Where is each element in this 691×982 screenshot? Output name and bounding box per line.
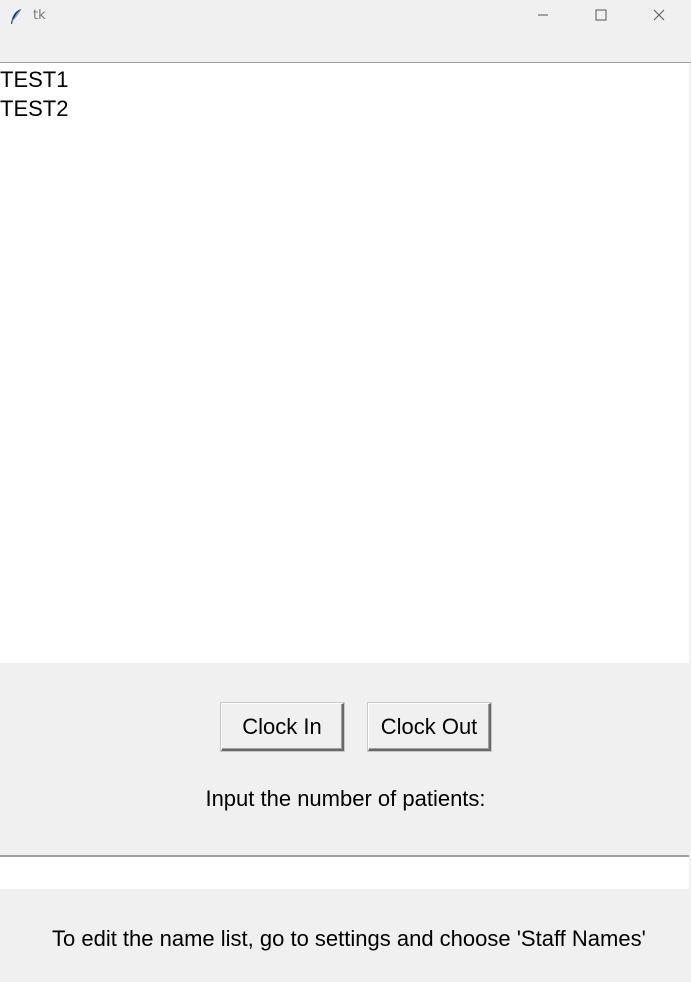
window-title: tk (33, 8, 46, 23)
clock-out-button[interactable]: Clock Out (367, 702, 492, 752)
list-item[interactable]: TEST2 (0, 94, 689, 123)
close-button[interactable] (630, 0, 688, 34)
staff-listbox[interactable]: TEST1 TEST2 (0, 63, 691, 663)
minimize-button[interactable] (514, 0, 572, 34)
menu-bar (0, 34, 691, 63)
clock-in-button[interactable]: Clock In (220, 702, 345, 752)
patients-input[interactable] (0, 855, 689, 889)
close-icon (653, 8, 665, 26)
maximize-button[interactable] (572, 0, 630, 34)
app-window: tk TEST1 TEST2 Clock In Clock Out Input t… (0, 0, 691, 982)
list-item[interactable]: TEST1 (0, 65, 689, 94)
minimize-icon (537, 8, 549, 26)
patients-prompt-label: Input the number of patients: (205, 786, 486, 811)
maximize-icon (595, 8, 607, 26)
title-bar[interactable]: tk (0, 0, 691, 34)
staff-names-info-label: To edit the name list, go to settings an… (52, 926, 646, 951)
feather-icon (9, 8, 23, 26)
